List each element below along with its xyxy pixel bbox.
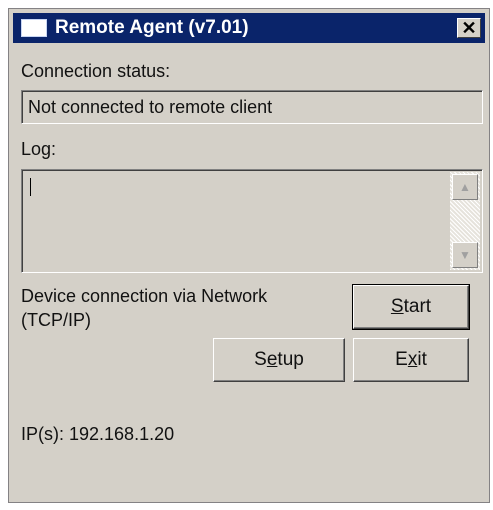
start-button-accelerator: S: [390, 296, 404, 317]
connection-status-label: Connection status:: [21, 61, 171, 81]
start-button[interactable]: Start: [352, 284, 470, 330]
device-connection-text-line2: (TCP/IP): [21, 310, 91, 330]
log-textarea[interactable]: ▲ ▼: [21, 169, 483, 273]
scroll-down-icon[interactable]: ▼: [452, 242, 478, 268]
log-label: Log:: [21, 139, 57, 159]
text-caret: [30, 178, 31, 196]
setup-button[interactable]: Setup: [213, 338, 345, 382]
exit-button-label-pre: E: [395, 349, 408, 370]
scroll-up-icon[interactable]: ▲: [452, 174, 478, 200]
ip-address-text: IP(s): 192.168.1.20: [21, 424, 175, 444]
exit-button-label-post: it: [417, 349, 427, 370]
setup-button-accelerator: e: [266, 349, 278, 370]
exit-button[interactable]: Exit: [353, 338, 469, 382]
setup-button-label-post: tup: [277, 349, 304, 370]
exit-button-accelerator: x: [407, 349, 418, 370]
title-bar[interactable]: Remote Agent (v7.01) ✕: [13, 13, 485, 43]
connection-status-field: Not connected to remote client: [21, 90, 483, 124]
window-title: Remote Agent (v7.01): [55, 17, 249, 38]
remote-agent-window: Remote Agent (v7.01) ✕ Connection status…: [8, 8, 490, 503]
start-button-label-post: tart: [403, 296, 432, 317]
app-window-icon: [21, 19, 47, 37]
device-connection-text-line1: Device connection via Network: [21, 286, 268, 306]
close-icon[interactable]: ✕: [457, 18, 481, 38]
log-scrollbar[interactable]: ▲ ▼: [450, 172, 480, 270]
setup-button-label-pre: S: [254, 349, 267, 370]
